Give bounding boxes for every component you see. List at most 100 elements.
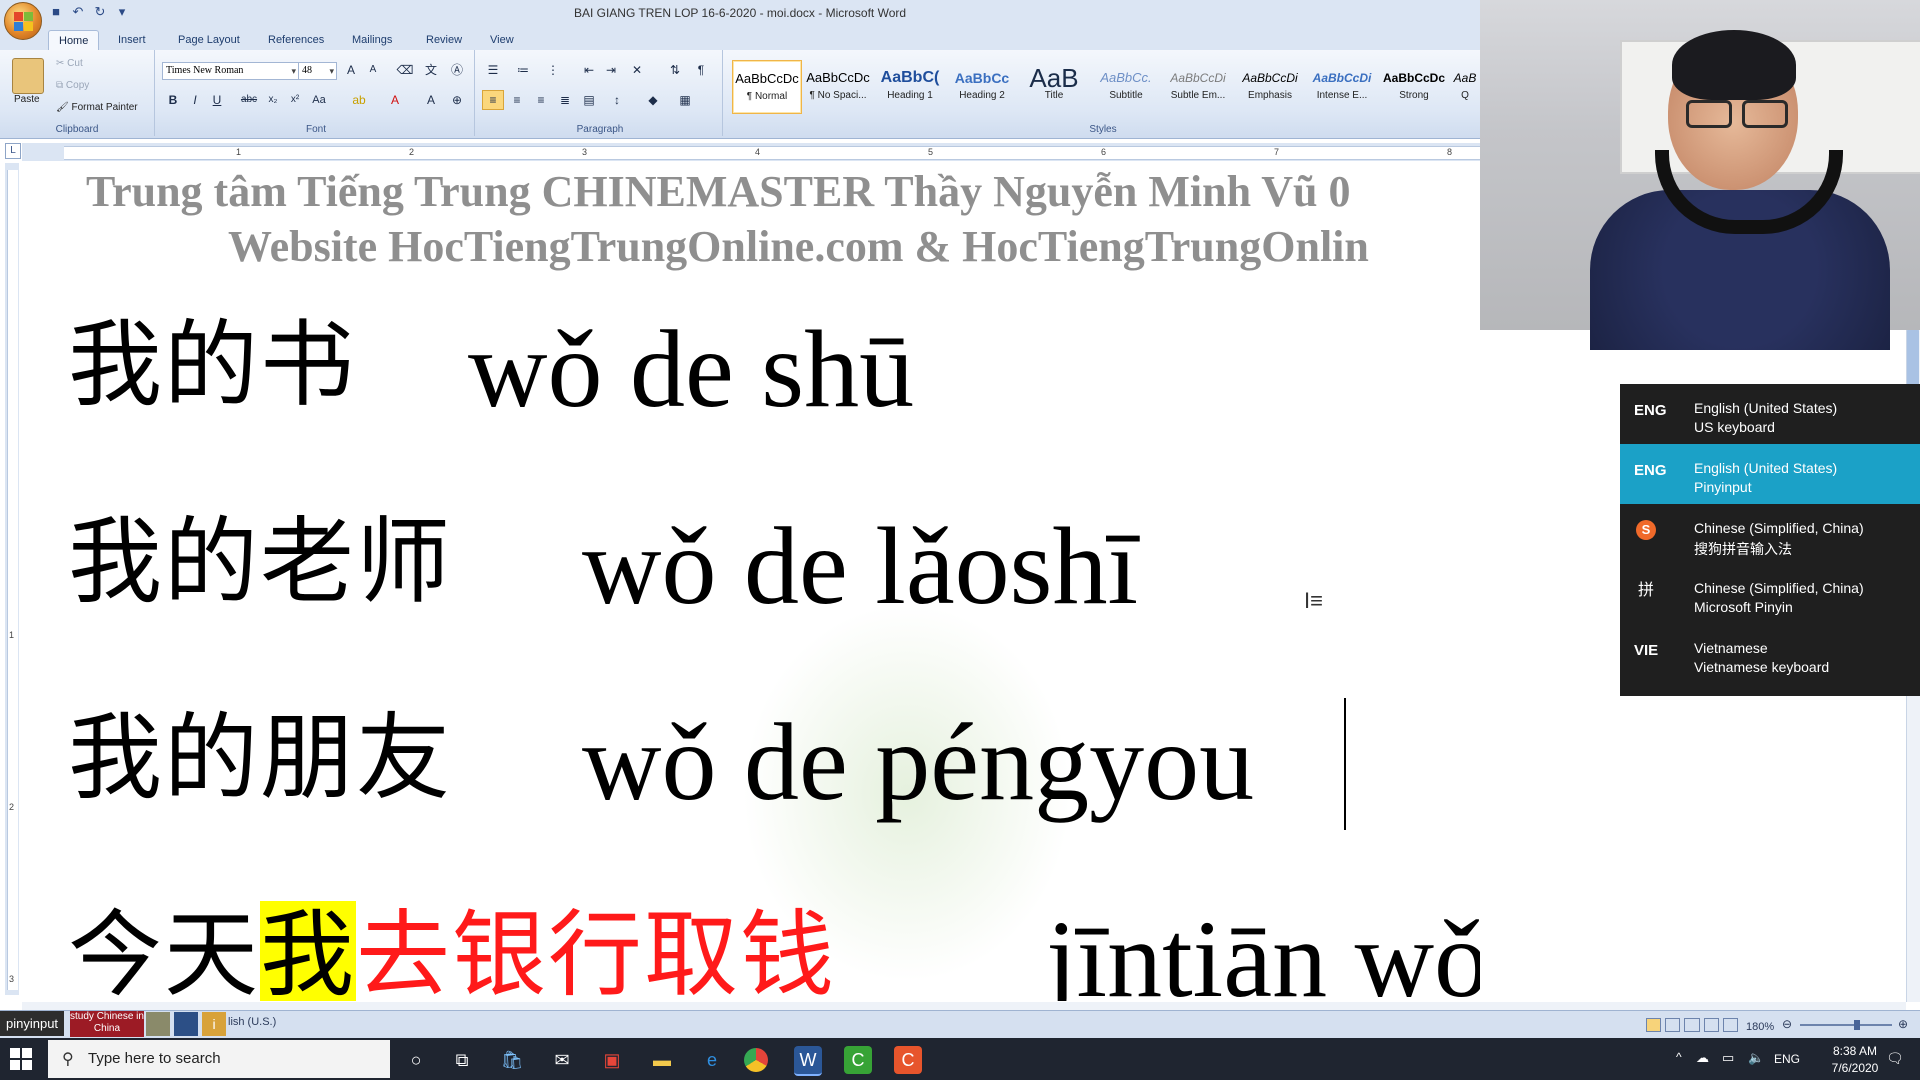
ime-item-english-pinyinput[interactable]: ENG English (United States) Pinyinput	[1620, 444, 1920, 504]
align-center-icon[interactable]: ≡	[506, 90, 528, 110]
ime-item-english-us[interactable]: ENG English (United States) US keyboard	[1620, 384, 1920, 444]
superscript-icon[interactable]: x²	[284, 90, 306, 110]
zoom-slider[interactable]: ⊖ ⊕	[1782, 1017, 1912, 1031]
align-left-icon[interactable]: ≡	[482, 90, 504, 110]
style-heading-1[interactable]: AaBbC(Heading 1	[876, 60, 944, 112]
zoom-out-icon[interactable]: ⊖	[1782, 1017, 1792, 1031]
sort-icon[interactable]: ⇅	[664, 60, 686, 80]
zoom-in-icon[interactable]: ⊕	[1898, 1017, 1908, 1031]
word-icon[interactable]: W	[794, 1046, 822, 1076]
shading-icon[interactable]: ◆	[642, 90, 664, 110]
distribute-icon[interactable]: ▤	[578, 90, 600, 110]
camtasia-editor-icon[interactable]: C	[894, 1046, 922, 1074]
style-strong[interactable]: AaBbCcDc Strong	[1380, 60, 1448, 112]
style-intense-emphasis[interactable]: AaBbCcDi Intense E...	[1308, 60, 1376, 112]
tab-insert[interactable]: Insert	[108, 30, 156, 50]
line-spacing-icon[interactable]: ↕	[606, 90, 628, 110]
draft-view-icon[interactable]	[1722, 1018, 1739, 1032]
style-heading-2[interactable]: AaBbCc Heading 2	[948, 60, 1016, 112]
subscript-icon[interactable]: x₂	[262, 90, 284, 110]
cut-button[interactable]: ✂ Cut	[56, 58, 83, 69]
onedrive-icon[interactable]: ☁	[1696, 1050, 1709, 1066]
task-view-icon[interactable]: ⧉	[448, 1046, 476, 1074]
asian-layout-icon[interactable]: ✕	[626, 60, 648, 80]
horizontal-scrollbar[interactable]	[22, 1002, 1906, 1010]
study-chinese-button[interactable]: study Chinese in China	[70, 1011, 144, 1037]
tab-page-layout[interactable]: Page Layout	[168, 30, 250, 50]
qat-dropdown-icon[interactable]: ▾	[114, 4, 130, 20]
tray-language-indicator[interactable]: ENG	[1774, 1052, 1800, 1066]
office-button[interactable]	[4, 2, 42, 40]
cortana-icon[interactable]: ○	[402, 1046, 430, 1074]
underline-icon[interactable]: U	[206, 90, 228, 110]
justify-icon[interactable]: ≣	[554, 90, 576, 110]
show-hidden-icons-icon[interactable]: ^	[1676, 1050, 1682, 1064]
language-status[interactable]: lish (U.S.)	[228, 1016, 276, 1028]
ime-item-chinese-sogou[interactable]: S Chinese (Simplified, China) 搜狗拼音输入法	[1620, 504, 1920, 564]
document-page[interactable]: Trung tâm Tiếng Trung CHINEMASTER Thầy N…	[22, 163, 1480, 1001]
status-app-icon[interactable]	[146, 1012, 170, 1036]
edge-icon[interactable]: e	[698, 1046, 726, 1074]
tab-review[interactable]: Review	[416, 30, 472, 50]
style-emphasis[interactable]: AaBbCcDi Emphasis	[1236, 60, 1304, 112]
tab-references[interactable]: References	[258, 30, 334, 50]
enclose-characters-icon[interactable]: ⊕	[446, 90, 468, 110]
paste-icon[interactable]	[12, 58, 44, 94]
phonetic-guide-icon[interactable]: 文	[420, 60, 442, 80]
grow-font-icon[interactable]: A	[340, 60, 362, 80]
font-color-icon[interactable]: A	[384, 90, 406, 110]
strikethrough-icon[interactable]: abc	[238, 90, 260, 110]
camtasia-recorder-icon[interactable]: C	[844, 1046, 872, 1074]
copy-button[interactable]: ⧉ Copy	[56, 80, 89, 91]
pinyinput-taskbar-button[interactable]: pinyinput	[0, 1011, 65, 1036]
style-subtitle[interactable]: AaBbCc. Subtitle	[1092, 60, 1160, 112]
multilevel-list-icon[interactable]: ⋮	[542, 60, 564, 80]
store-icon[interactable]: 🛍	[498, 1046, 526, 1074]
action-center-icon[interactable]: 🗨	[1886, 1050, 1904, 1067]
text-effect-icon[interactable]: A	[420, 90, 442, 110]
web-layout-view-icon[interactable]	[1684, 1018, 1700, 1032]
search-placeholder[interactable]: Type here to search	[88, 1050, 221, 1067]
decrease-indent-icon[interactable]: ⇤	[578, 60, 600, 80]
style-subtle-emphasis[interactable]: AaBbCcDi Subtle Em...	[1164, 60, 1232, 112]
office-app-icon[interactable]: ▣	[598, 1046, 626, 1074]
status-app-icon[interactable]	[174, 1012, 198, 1036]
style-normal[interactable]: AaBbCcDc ¶ Normal	[732, 60, 802, 114]
ime-item-vietnamese[interactable]: VIE Vietnamese Vietnamese keyboard	[1620, 624, 1920, 684]
numbering-icon[interactable]: ≔	[512, 60, 534, 80]
font-name-combo[interactable]: Times New Roman	[162, 62, 299, 80]
clear-format-icon[interactable]: ⌫	[394, 60, 416, 80]
zoom-level[interactable]: 180%	[1746, 1021, 1774, 1033]
align-right-icon[interactable]: ≡	[530, 90, 552, 110]
tab-mailings[interactable]: Mailings	[342, 30, 402, 50]
tab-view[interactable]: View	[480, 30, 524, 50]
volume-icon[interactable]: 🔈	[1748, 1050, 1764, 1066]
highlight-color-icon[interactable]: ab	[348, 90, 370, 110]
windows-start-icon[interactable]	[10, 1048, 32, 1070]
paste-button[interactable]: Paste	[14, 94, 40, 105]
style-quote[interactable]: AaB Q	[1452, 60, 1478, 112]
file-explorer-icon[interactable]: ▬	[648, 1046, 676, 1074]
full-screen-view-icon[interactable]	[1665, 1018, 1681, 1032]
format-painter-button[interactable]: 🖌 Format Painter	[56, 102, 138, 113]
ime-item-chinese-microsoft-pinyin[interactable]: 拼 Chinese (Simplified, China) Microsoft …	[1620, 564, 1920, 624]
chrome-icon[interactable]	[744, 1048, 768, 1072]
shrink-font-icon[interactable]: A	[362, 60, 384, 80]
font-size-combo[interactable]: 48	[298, 62, 337, 80]
zoom-thumb[interactable]	[1854, 1020, 1860, 1030]
save-icon[interactable]: ■	[48, 4, 64, 20]
show-marks-icon[interactable]: ¶	[690, 60, 712, 80]
italic-icon[interactable]: I	[184, 90, 206, 110]
style-title[interactable]: AaB Title	[1020, 60, 1088, 112]
tab-home[interactable]: Home	[48, 30, 100, 51]
print-layout-view-icon[interactable]	[1646, 1018, 1662, 1032]
style-no-spacing[interactable]: AaBbCcDc ¶ No Spaci...	[804, 60, 872, 112]
character-border-icon[interactable]: Ⓐ	[446, 60, 468, 80]
tab-selector[interactable]: L	[5, 143, 21, 159]
network-icon[interactable]: ▭	[1722, 1050, 1734, 1066]
bold-icon[interactable]: B	[162, 90, 184, 110]
undo-icon[interactable]: ↶	[70, 4, 86, 20]
increase-indent-icon[interactable]: ⇥	[600, 60, 622, 80]
mail-icon[interactable]: ✉	[548, 1046, 576, 1074]
outline-view-icon[interactable]	[1703, 1018, 1719, 1032]
